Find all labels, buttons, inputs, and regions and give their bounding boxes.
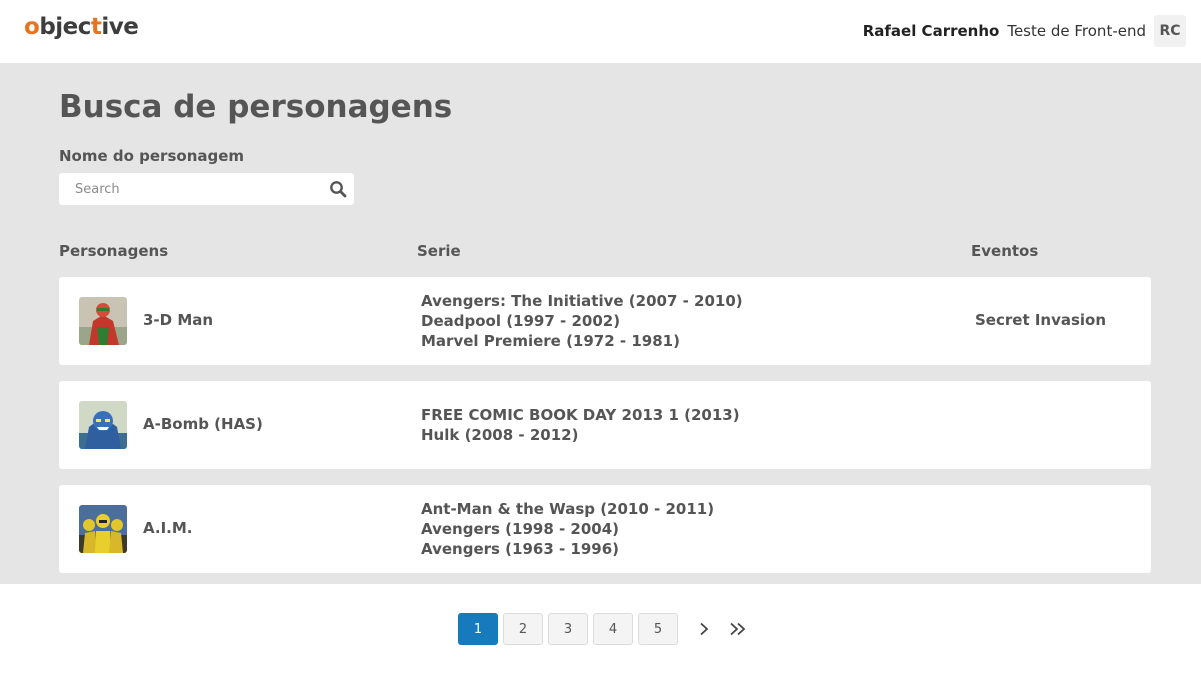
series-item: Deadpool (1997 - 2002)	[421, 312, 621, 330]
character-thumbnail	[79, 401, 127, 449]
top-header: objective Rafael Carrenho Teste de Front…	[0, 0, 1201, 63]
column-header-series: Serie	[417, 242, 461, 260]
user-info: Rafael Carrenho Teste de Front-end RC	[863, 15, 1186, 47]
page-button-2[interactable]: 2	[503, 613, 543, 645]
page-button-4[interactable]: 4	[593, 613, 633, 645]
column-header-events: Eventos	[971, 242, 1039, 260]
table-row[interactable]: A.I.M. Ant-Man & the Wasp (2010 - 2011) …	[59, 485, 1151, 573]
search-input[interactable]	[59, 173, 319, 205]
table-row[interactable]: 3-D Man Avengers: The Initiative (2007 -…	[59, 277, 1151, 365]
page-title: Busca de personagens	[59, 89, 453, 125]
series-list: FREE COMIC BOOK DAY 2013 1 (2013) Hulk (…	[421, 405, 740, 445]
series-item: Hulk (2008 - 2012)	[421, 426, 579, 444]
search-box	[59, 173, 354, 205]
series-item: Marvel Premiere (1972 - 1981)	[421, 332, 680, 350]
page-button-1[interactable]: 1	[458, 613, 498, 645]
main-content: Busca de personagens Nome do personagem …	[0, 63, 1201, 584]
user-name: Rafael Carrenho	[862, 22, 1000, 40]
series-item: FREE COMIC BOOK DAY 2013 1 (2013)	[421, 406, 740, 424]
search-label: Nome do personagem	[59, 147, 245, 165]
series-item: Ant-Man & the Wasp (2010 - 2011)	[421, 500, 715, 518]
character-thumbnail	[79, 505, 127, 553]
series-item: Avengers (1963 - 1996)	[421, 540, 620, 558]
series-item: Avengers (1998 - 2004)	[421, 520, 620, 538]
pagination: 1 2 3 4 5	[458, 613, 751, 645]
series-list: Avengers: The Initiative (2007 - 2010) D…	[421, 291, 743, 351]
page-button-3[interactable]: 3	[548, 613, 588, 645]
column-header-characters: Personagens	[59, 242, 169, 260]
series-item: Avengers: The Initiative (2007 - 2010)	[421, 292, 743, 310]
event-item: Secret Invasion	[975, 311, 1107, 329]
character-name: 3-D Man	[143, 311, 214, 329]
double-chevron-right-icon[interactable]	[725, 613, 751, 645]
character-thumbnail	[79, 297, 127, 345]
chevron-right-icon[interactable]	[691, 613, 717, 645]
character-name: A.I.M.	[143, 519, 193, 537]
series-list: Ant-Man & the Wasp (2010 - 2011) Avenger…	[421, 499, 714, 559]
table-row[interactable]: A-Bomb (HAS) FREE COMIC BOOK DAY 2013 1 …	[59, 381, 1151, 469]
avatar[interactable]: RC	[1154, 15, 1186, 47]
page-button-5[interactable]: 5	[638, 613, 678, 645]
user-role: Teste de Front-end	[1007, 22, 1146, 40]
character-name: A-Bomb (HAS)	[143, 415, 263, 433]
search-icon[interactable]	[329, 180, 347, 198]
objective-logo[interactable]: objective	[24, 12, 139, 42]
